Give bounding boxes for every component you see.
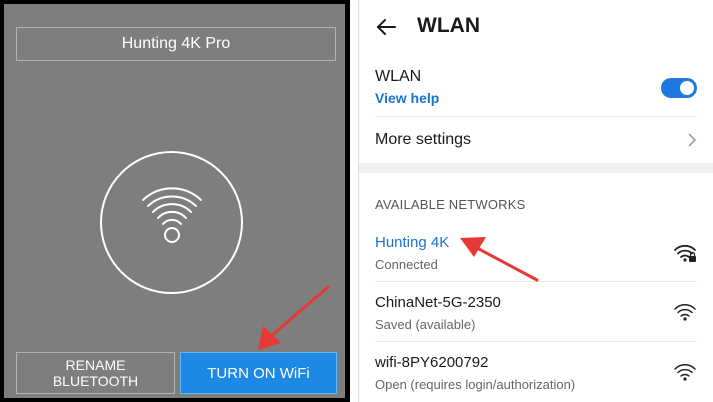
wifi-icon xyxy=(674,304,696,321)
wlan-toggle-switch[interactable] xyxy=(661,78,697,98)
wlan-toggle-label: WLAN xyxy=(375,68,422,85)
divider xyxy=(375,341,697,342)
section-separator xyxy=(359,163,713,173)
network-status: Saved (available) xyxy=(375,317,476,332)
wifi-status-circle xyxy=(100,151,243,294)
divider xyxy=(375,116,697,117)
camera-app-frame: Hunting 4K Pro RENAME BLUETOOTH TURN ON … xyxy=(0,0,350,402)
device-name-field[interactable]: Hunting 4K Pro xyxy=(16,27,336,61)
divider xyxy=(375,281,697,282)
network-status: Connected xyxy=(375,257,438,272)
wifi-icon xyxy=(142,187,202,243)
network-name-chinanet[interactable]: ChinaNet-5G-2350 xyxy=(375,294,501,311)
device-name-label: Hunting 4K Pro xyxy=(121,35,231,52)
network-name-wifi-8py[interactable]: wifi-8PY6200792 xyxy=(375,354,488,371)
toggle-knob xyxy=(680,81,694,95)
view-help-link[interactable]: View help xyxy=(375,90,439,106)
wlan-settings-screen: WLAN WLAN View help More settings AVAILA… xyxy=(358,0,713,402)
wifi-icon xyxy=(674,364,696,381)
network-status: Open (requires login/authorization) xyxy=(375,377,576,392)
chevron-right-icon xyxy=(688,133,697,147)
screen-title: WLAN xyxy=(417,14,480,37)
available-networks-header: AVAILABLE NETWORKS xyxy=(375,197,526,212)
camera-app-screen: Hunting 4K Pro RENAME BLUETOOTH TURN ON … xyxy=(4,4,345,398)
wifi-locked-icon xyxy=(674,244,696,262)
rename-bluetooth-button[interactable]: RENAME BLUETOOTH xyxy=(16,352,175,394)
back-arrow-icon[interactable] xyxy=(375,16,397,38)
network-name-hunting-4k[interactable]: Hunting 4K xyxy=(375,234,449,251)
turn-on-wifi-button[interactable]: TURN ON WiFi xyxy=(180,352,337,394)
more-settings-item[interactable]: More settings xyxy=(375,131,471,149)
